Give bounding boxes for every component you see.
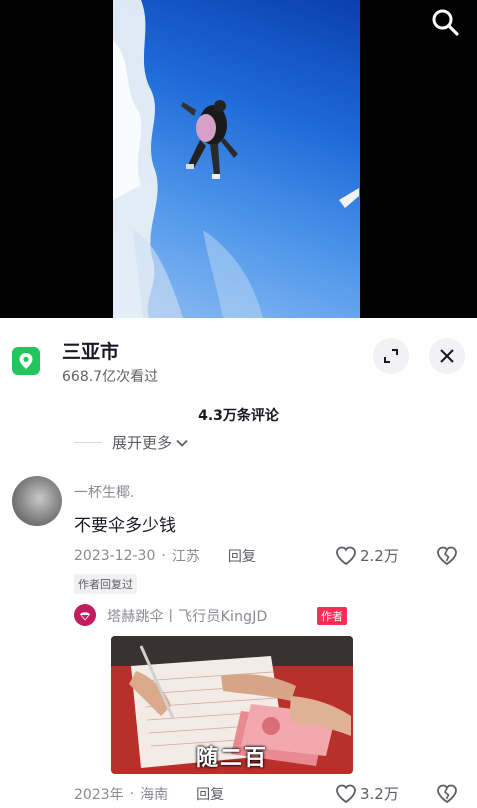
expand-more-button[interactable]: 展开更多 <box>74 432 189 453</box>
expand-more-label: 展开更多 <box>112 434 173 452</box>
broken-heart-icon <box>437 784 457 804</box>
author-badge: 作者 <box>317 607 347 625</box>
like-button[interactable]: 3.2万 <box>335 783 399 804</box>
expand-button[interactable] <box>373 338 409 374</box>
expand-icon <box>384 349 398 363</box>
reply-date: 2023年 <box>74 787 124 803</box>
video-player[interactable] <box>0 0 477 318</box>
reply-username[interactable]: 塔赫跳伞丨飞行员KingJD <box>107 606 268 626</box>
location-pin-icon <box>12 347 40 375</box>
close-icon <box>440 349 454 363</box>
comment-region: 江苏 <box>171 549 200 565</box>
search-icon <box>432 9 459 36</box>
divider-line <box>74 442 102 443</box>
author-avatar[interactable] <box>74 604 96 626</box>
reply-meta: 2023年 · 海南 回复 <box>74 784 225 804</box>
dislike-button[interactable] <box>436 546 458 570</box>
reply-button[interactable]: 回复 <box>228 546 256 566</box>
comments-panel: 三亚市 668.7亿次看过 4.3万条评论 展开更多 一杯生椰. 不要伞多少钱 … <box>0 318 477 804</box>
author-replied-tag: 作者回复过 <box>74 574 137 594</box>
close-button[interactable] <box>429 338 465 374</box>
like-count: 3.2万 <box>360 785 399 803</box>
image-caption: 随二百 <box>195 746 268 771</box>
comment-date: 2023-12-30 <box>74 548 156 564</box>
reply-button[interactable]: 回复 <box>196 784 224 804</box>
heart-icon <box>336 784 356 803</box>
like-button[interactable]: 2.2万 <box>335 545 399 566</box>
video-frame-skydiving <box>113 0 360 318</box>
like-count: 2.2万 <box>360 547 399 565</box>
location-name[interactable]: 三亚市 <box>62 337 119 364</box>
heart-icon <box>336 546 356 565</box>
comment-count: 4.3万条评论 <box>198 408 279 424</box>
reply-image[interactable]: 随二百 <box>111 636 353 774</box>
comment-meta: 2023-12-30 · 江苏 回复 <box>74 546 256 566</box>
search-button[interactable] <box>427 4 463 40</box>
comment-username[interactable]: 一杯生椰. <box>74 482 134 502</box>
reply-region: 海南 <box>140 787 169 803</box>
avatar[interactable] <box>12 476 62 526</box>
chevron-down-icon <box>176 439 188 447</box>
location-views: 668.7亿次看过 <box>62 369 159 385</box>
dislike-button[interactable] <box>436 784 458 808</box>
broken-heart-icon <box>437 546 457 566</box>
parachute-logo-icon <box>80 612 90 621</box>
comment-text[interactable]: 不要伞多少钱 <box>74 511 176 536</box>
